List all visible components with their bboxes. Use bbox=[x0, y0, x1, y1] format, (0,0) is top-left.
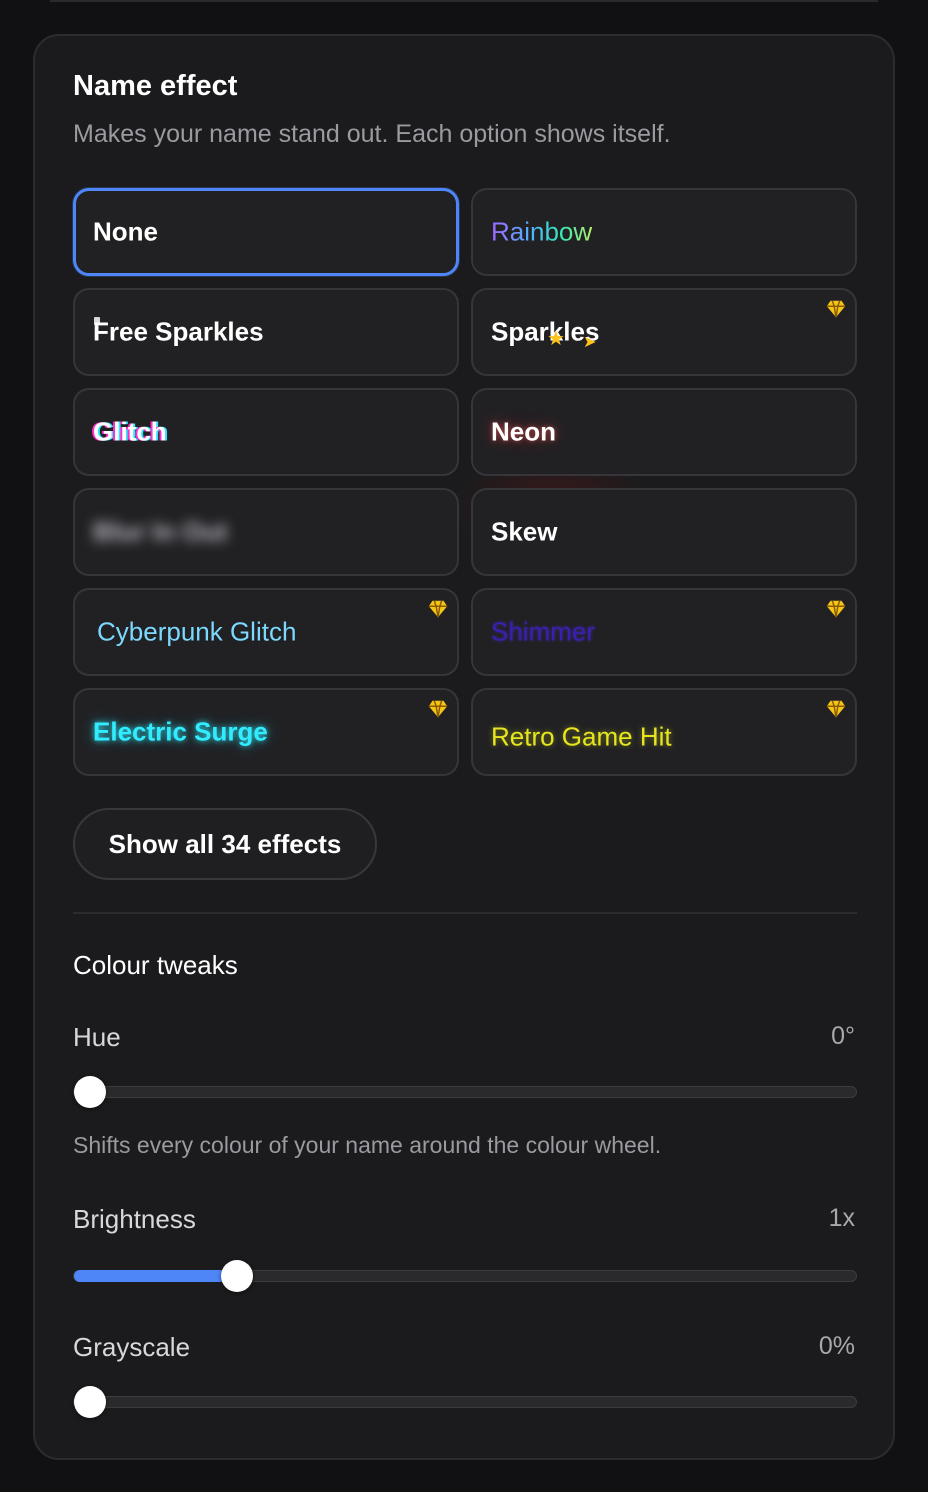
effect-label: Retro Game Hit bbox=[491, 721, 672, 752]
effect-option-retro-game-hit[interactable]: Retro Game Hit bbox=[471, 688, 857, 776]
hue-hint: Shifts every colour of your name around … bbox=[73, 1132, 662, 1158]
effect-label: Free Sparkles bbox=[93, 316, 264, 347]
diamond-gem-icon bbox=[826, 700, 846, 718]
brightness-slider-thumb[interactable] bbox=[221, 1260, 253, 1292]
diamond-gem-icon bbox=[826, 600, 846, 618]
effect-option-cyberpunk-glitch[interactable]: Cyberpunk Glitch bbox=[73, 588, 459, 676]
effect-label: Shimmer bbox=[491, 616, 596, 647]
grayscale-slider[interactable] bbox=[73, 1386, 857, 1418]
effect-option-free-sparkles[interactable]: Free Sparkles bbox=[73, 288, 459, 376]
brightness-value: 1x bbox=[828, 1204, 855, 1232]
hue-label: Hue bbox=[73, 1022, 121, 1052]
diamond-gem-icon bbox=[826, 300, 846, 318]
effect-option-electric-surge[interactable]: Electric Surge bbox=[73, 688, 459, 776]
effect-label: Neon bbox=[491, 416, 556, 447]
star-sparkle-icon: ★ bbox=[547, 328, 565, 350]
effect-label: None bbox=[93, 216, 158, 247]
page-title: Name effect bbox=[73, 70, 238, 102]
top-divider bbox=[50, 0, 878, 2]
section-divider bbox=[73, 912, 857, 914]
hue-value: 0° bbox=[831, 1022, 855, 1050]
effect-label: Rainbow bbox=[491, 216, 593, 247]
brightness-label: Brightness bbox=[73, 1204, 196, 1234]
brightness-slider-fill bbox=[74, 1270, 237, 1282]
effect-option-skew[interactable]: Skew bbox=[471, 488, 857, 576]
diamond-gem-icon bbox=[428, 600, 448, 618]
grayscale-value: 0% bbox=[818, 1332, 855, 1360]
grayscale-slider-thumb[interactable] bbox=[74, 1386, 106, 1418]
effect-label: Blur In Out bbox=[93, 516, 228, 547]
effect-option-none[interactable]: None bbox=[73, 188, 459, 276]
brightness-slider[interactable] bbox=[73, 1260, 857, 1292]
page-subtitle: Makes your name stand out. Each option s… bbox=[73, 120, 671, 148]
effect-option-blur[interactable]: Blur In Out bbox=[73, 488, 459, 576]
diamond-gem-icon bbox=[428, 700, 448, 718]
effect-option-glitch[interactable]: Glitch bbox=[73, 388, 459, 476]
effect-label: Skew bbox=[491, 516, 558, 547]
colour-tweaks-title: Colour tweaks bbox=[73, 950, 238, 980]
name-effect-panel: Name effect Makes your name stand out. E… bbox=[33, 34, 895, 1460]
star-sparkle-icon: ➤ bbox=[583, 334, 597, 351]
show-all-effects-button[interactable]: Show all 34 effects bbox=[73, 808, 377, 880]
effect-label: Cyberpunk Glitch bbox=[97, 616, 297, 647]
effect-label: Glitch bbox=[93, 416, 167, 447]
effect-option-shimmer[interactable]: Shimmer bbox=[471, 588, 857, 676]
hue-slider-thumb[interactable] bbox=[74, 1076, 106, 1108]
effect-option-sparkles[interactable]: Sparkles ★ ➤ bbox=[471, 288, 857, 376]
hue-slider[interactable] bbox=[73, 1076, 857, 1108]
grayscale-label: Grayscale bbox=[73, 1332, 191, 1362]
effect-option-neon[interactable]: Neon bbox=[471, 388, 857, 476]
effect-label: Electric Surge bbox=[93, 716, 268, 747]
effect-option-rainbow[interactable]: Rainbow bbox=[471, 188, 857, 276]
